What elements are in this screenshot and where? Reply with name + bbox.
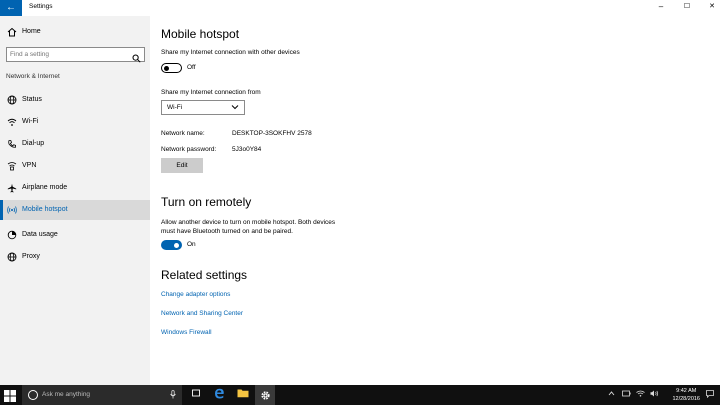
action-center-icon[interactable] xyxy=(706,390,714,400)
remote-toggle[interactable] xyxy=(161,240,182,250)
cortana-search-box[interactable]: Ask me anything xyxy=(22,385,182,405)
search-icon xyxy=(132,50,141,63)
change-adapter-options-link[interactable]: Change adapter options xyxy=(161,291,230,298)
sidebar-item-airplane-mode[interactable]: Airplane mode xyxy=(0,178,150,198)
related-settings-title: Related settings xyxy=(161,268,248,282)
file-explorer-icon[interactable] xyxy=(236,388,250,402)
sidebar: Home Network & Internet Status Wi-Fi Dia… xyxy=(0,16,150,385)
find-setting-search[interactable] xyxy=(6,47,145,63)
taskbar-clock[interactable]: 9:42 AM 12/28/2016 xyxy=(672,387,700,403)
main-content: Mobile hotspot Share my Internet connect… xyxy=(150,16,720,385)
sidebar-item-label: Status xyxy=(22,96,42,103)
title-bar: ← Settings – ☐ ✕ xyxy=(0,0,720,16)
share-toggle-state: Off xyxy=(187,64,196,71)
sidebar-item-mobile-hotspot[interactable]: Mobile hotspot xyxy=(0,200,150,220)
search-input[interactable] xyxy=(10,49,128,60)
windows-firewall-link[interactable]: Windows Firewall xyxy=(161,329,212,336)
taskbar: Ask me anything 9:42 AM 12/28/2016 xyxy=(0,385,720,405)
sidebar-item-label: Proxy xyxy=(22,253,40,260)
share-connection-toggle[interactable] xyxy=(161,63,182,73)
remote-toggle-state: On xyxy=(187,241,196,248)
show-hidden-icons-icon[interactable] xyxy=(608,390,615,399)
network-password-value: 5J3o0Y84 xyxy=(232,146,262,153)
page-title: Mobile hotspot xyxy=(161,27,240,41)
sidebar-item-vpn[interactable]: VPN xyxy=(0,156,150,176)
minimize-button[interactable]: – xyxy=(654,2,668,12)
proxy-icon xyxy=(7,252,17,262)
phone-icon xyxy=(7,139,17,149)
clock-time: 9:42 AM xyxy=(676,388,697,394)
back-button[interactable]: ← xyxy=(0,0,22,16)
chevron-down-icon xyxy=(231,103,239,113)
sidebar-item-home[interactable]: Home xyxy=(0,22,150,42)
windows-start-icon[interactable] xyxy=(4,389,16,402)
home-icon xyxy=(7,27,17,37)
share-from-dropdown[interactable]: Wi-Fi xyxy=(161,100,245,115)
sidebar-item-label: Data usage xyxy=(22,231,58,238)
toggle-knob xyxy=(164,65,169,71)
dropdown-value: Wi-Fi xyxy=(167,104,183,111)
airplane-icon xyxy=(7,183,17,193)
network-sharing-center-link[interactable]: Network and Sharing Center xyxy=(161,310,243,317)
share-connection-label: Share my Internet connection with other … xyxy=(161,49,300,56)
network-password-label: Network password: xyxy=(161,146,217,153)
settings-taskbar-icon[interactable] xyxy=(255,385,275,405)
selection-indicator xyxy=(0,200,3,220)
section-title: Network & Internet xyxy=(6,73,60,80)
network-name-value: DESKTOP-3SOKFHV 2578 xyxy=(232,130,312,137)
back-arrow-icon: ← xyxy=(6,2,16,13)
sidebar-item-label: Wi-Fi xyxy=(22,118,39,125)
network-tray-icon[interactable] xyxy=(636,390,645,399)
remote-section-title: Turn on remotely xyxy=(161,195,252,209)
power-icon[interactable] xyxy=(622,390,631,399)
network-name-label: Network name: xyxy=(161,130,205,137)
sidebar-item-label: Dial-up xyxy=(22,140,45,147)
remote-description: must have Bluetooth turned on and be pai… xyxy=(161,228,293,235)
sidebar-item-wifi[interactable]: Wi-Fi xyxy=(0,112,150,132)
sidebar-item-status[interactable]: Status xyxy=(0,90,150,110)
sidebar-item-label: Airplane mode xyxy=(22,184,68,191)
vpn-icon xyxy=(7,161,17,171)
close-button[interactable]: ✕ xyxy=(705,2,719,12)
cortana-placeholder: Ask me anything xyxy=(42,391,91,398)
volume-icon[interactable] xyxy=(650,390,659,399)
cortana-icon xyxy=(28,390,38,400)
wifi-icon xyxy=(7,117,17,127)
clock-date: 12/28/2016 xyxy=(672,396,700,402)
data-usage-icon xyxy=(7,230,17,240)
sidebar-item-label: VPN xyxy=(22,162,37,169)
task-view-icon[interactable] xyxy=(189,388,203,402)
globe-icon xyxy=(7,95,17,105)
maximize-button[interactable]: ☐ xyxy=(680,2,694,12)
sidebar-item-dial-up[interactable]: Dial-up xyxy=(0,134,150,154)
edge-browser-icon[interactable] xyxy=(212,388,226,402)
share-from-label: Share my Internet connection from xyxy=(161,89,261,96)
window-title: Settings xyxy=(29,3,53,10)
edit-button[interactable]: Edit xyxy=(161,158,203,173)
toggle-knob xyxy=(174,242,179,248)
sidebar-item-label: Mobile hotspot xyxy=(22,206,68,213)
sidebar-item-proxy[interactable]: Proxy xyxy=(0,247,150,267)
hotspot-icon xyxy=(7,205,17,215)
sidebar-item-label: Home xyxy=(22,28,41,35)
sidebar-item-data-usage[interactable]: Data usage xyxy=(0,225,150,245)
microphone-icon[interactable] xyxy=(170,390,176,401)
